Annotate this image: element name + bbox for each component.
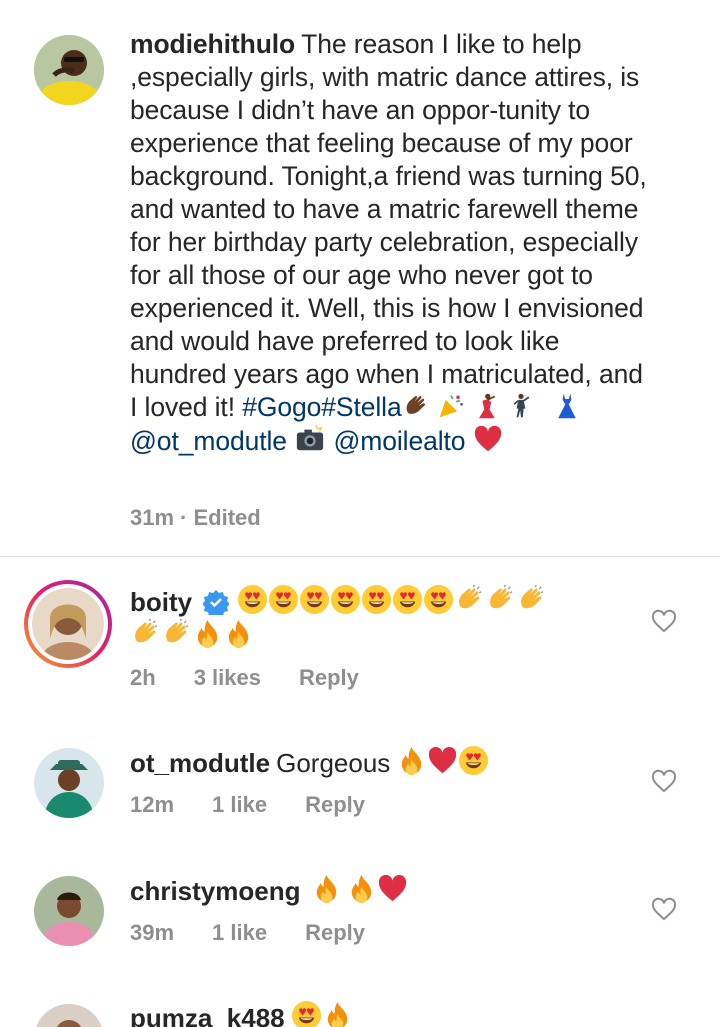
- avatar-photo: [34, 35, 104, 105]
- fire-icon: [396, 745, 427, 776]
- heart-eyes-icon: [268, 584, 299, 615]
- clapping-hands-icon: [161, 618, 192, 649]
- comment-avatar-boity[interactable]: [24, 580, 112, 668]
- verified-badge-icon: [203, 590, 230, 615]
- comment-likes[interactable]: 3 likes: [194, 665, 261, 690]
- heart-eyes-icon: [423, 584, 454, 615]
- avatar-photo: [32, 588, 104, 660]
- divider: [0, 556, 720, 557]
- comment-timestamp: 2h: [130, 665, 156, 690]
- comment-meta: 39m 1 like Reply: [130, 920, 403, 946]
- comment-username[interactable]: ot_modutle: [130, 748, 270, 778]
- post-author-username[interactable]: modiehithulo: [130, 29, 295, 59]
- clapping-hands-icon: [454, 584, 485, 615]
- post-timestamp: 31m: [130, 505, 175, 530]
- comment-christymoeng: christymoeng: [130, 873, 408, 908]
- heart-eyes-icon: [458, 745, 489, 776]
- party-popper-icon: [437, 392, 465, 420]
- clapping-hands-icon: [516, 584, 547, 615]
- post-author-avatar[interactable]: [34, 35, 104, 105]
- like-heart-icon[interactable]: [651, 897, 677, 921]
- comment-avatar-pumza_k488[interactable]: [34, 1004, 104, 1027]
- fire-icon: [192, 618, 223, 649]
- mention-link-2[interactable]: @moilealto: [333, 426, 465, 456]
- comment-avatar-christymoeng[interactable]: [34, 876, 104, 946]
- heart-eyes-icon: [392, 584, 423, 615]
- avatar-photo: [34, 748, 104, 818]
- clapping-hands-icon: [485, 584, 516, 615]
- comment-likes[interactable]: 1 like: [212, 920, 267, 945]
- comment-username[interactable]: christymoeng: [130, 876, 301, 906]
- comment-meta: 2h 3 likes Reply: [130, 665, 397, 691]
- reply-button[interactable]: Reply: [305, 792, 365, 817]
- comment-username[interactable]: boity: [130, 587, 192, 617]
- comment-timestamp: 39m: [130, 920, 175, 945]
- heart-eyes-icon: [237, 584, 268, 615]
- avatar-photo: [34, 876, 104, 946]
- heart-eyes-icon: [361, 584, 392, 615]
- like-heart-icon[interactable]: [651, 769, 677, 793]
- edited-label: · Edited: [180, 505, 261, 530]
- red-heart-icon: [377, 873, 408, 904]
- post-meta: 31m · Edited: [130, 505, 299, 531]
- post-caption: modiehithulo The reason I like to help ,e…: [130, 28, 650, 458]
- woman-dancing-icon: [472, 392, 500, 420]
- camera-flash-icon: [294, 424, 326, 454]
- comment-avatar-ot_modutle[interactable]: [34, 748, 104, 818]
- comments-screen: modiehithulo The reason I like to help ,e…: [0, 0, 720, 1027]
- mention-link-1[interactable]: @ot_modutle: [130, 426, 287, 456]
- hashtag-link[interactable]: #Gogo#Stella: [242, 392, 402, 422]
- fire-icon: [346, 873, 377, 904]
- comment-boity: boity: [130, 584, 547, 619]
- man-dancing-icon: [507, 392, 535, 420]
- comment-ot_modutle: ot_modutle Gorgeous: [130, 745, 489, 780]
- comment-meta: 12m 1 like Reply: [130, 792, 403, 818]
- comment-likes[interactable]: 1 like: [212, 792, 267, 817]
- avatar-photo: [34, 1004, 104, 1027]
- clapping-hands-dark-icon: [402, 392, 430, 420]
- comment-timestamp: 12m: [130, 792, 175, 817]
- comment-username[interactable]: pumza_k488: [130, 1003, 285, 1027]
- comment-pumza_k488: pumza_k488: [130, 1000, 353, 1027]
- reply-button[interactable]: Reply: [305, 920, 365, 945]
- fire-icon: [223, 618, 254, 649]
- caption-text: The reason I like to help ,especially gi…: [130, 29, 647, 422]
- heart-eyes-icon: [291, 1000, 322, 1027]
- dress-icon: [553, 392, 581, 420]
- reply-button[interactable]: Reply: [299, 665, 359, 690]
- fire-icon: [322, 1000, 353, 1027]
- red-heart-icon: [473, 424, 503, 454]
- clapping-hands-icon: [130, 618, 161, 649]
- heart-eyes-icon: [330, 584, 361, 615]
- like-heart-icon[interactable]: [651, 609, 677, 633]
- comment-body: Gorgeous: [276, 748, 391, 778]
- heart-eyes-icon: [299, 584, 330, 615]
- comment-boity-line2: [130, 618, 254, 653]
- red-heart-icon: [427, 745, 458, 776]
- fire-icon: [311, 873, 342, 904]
